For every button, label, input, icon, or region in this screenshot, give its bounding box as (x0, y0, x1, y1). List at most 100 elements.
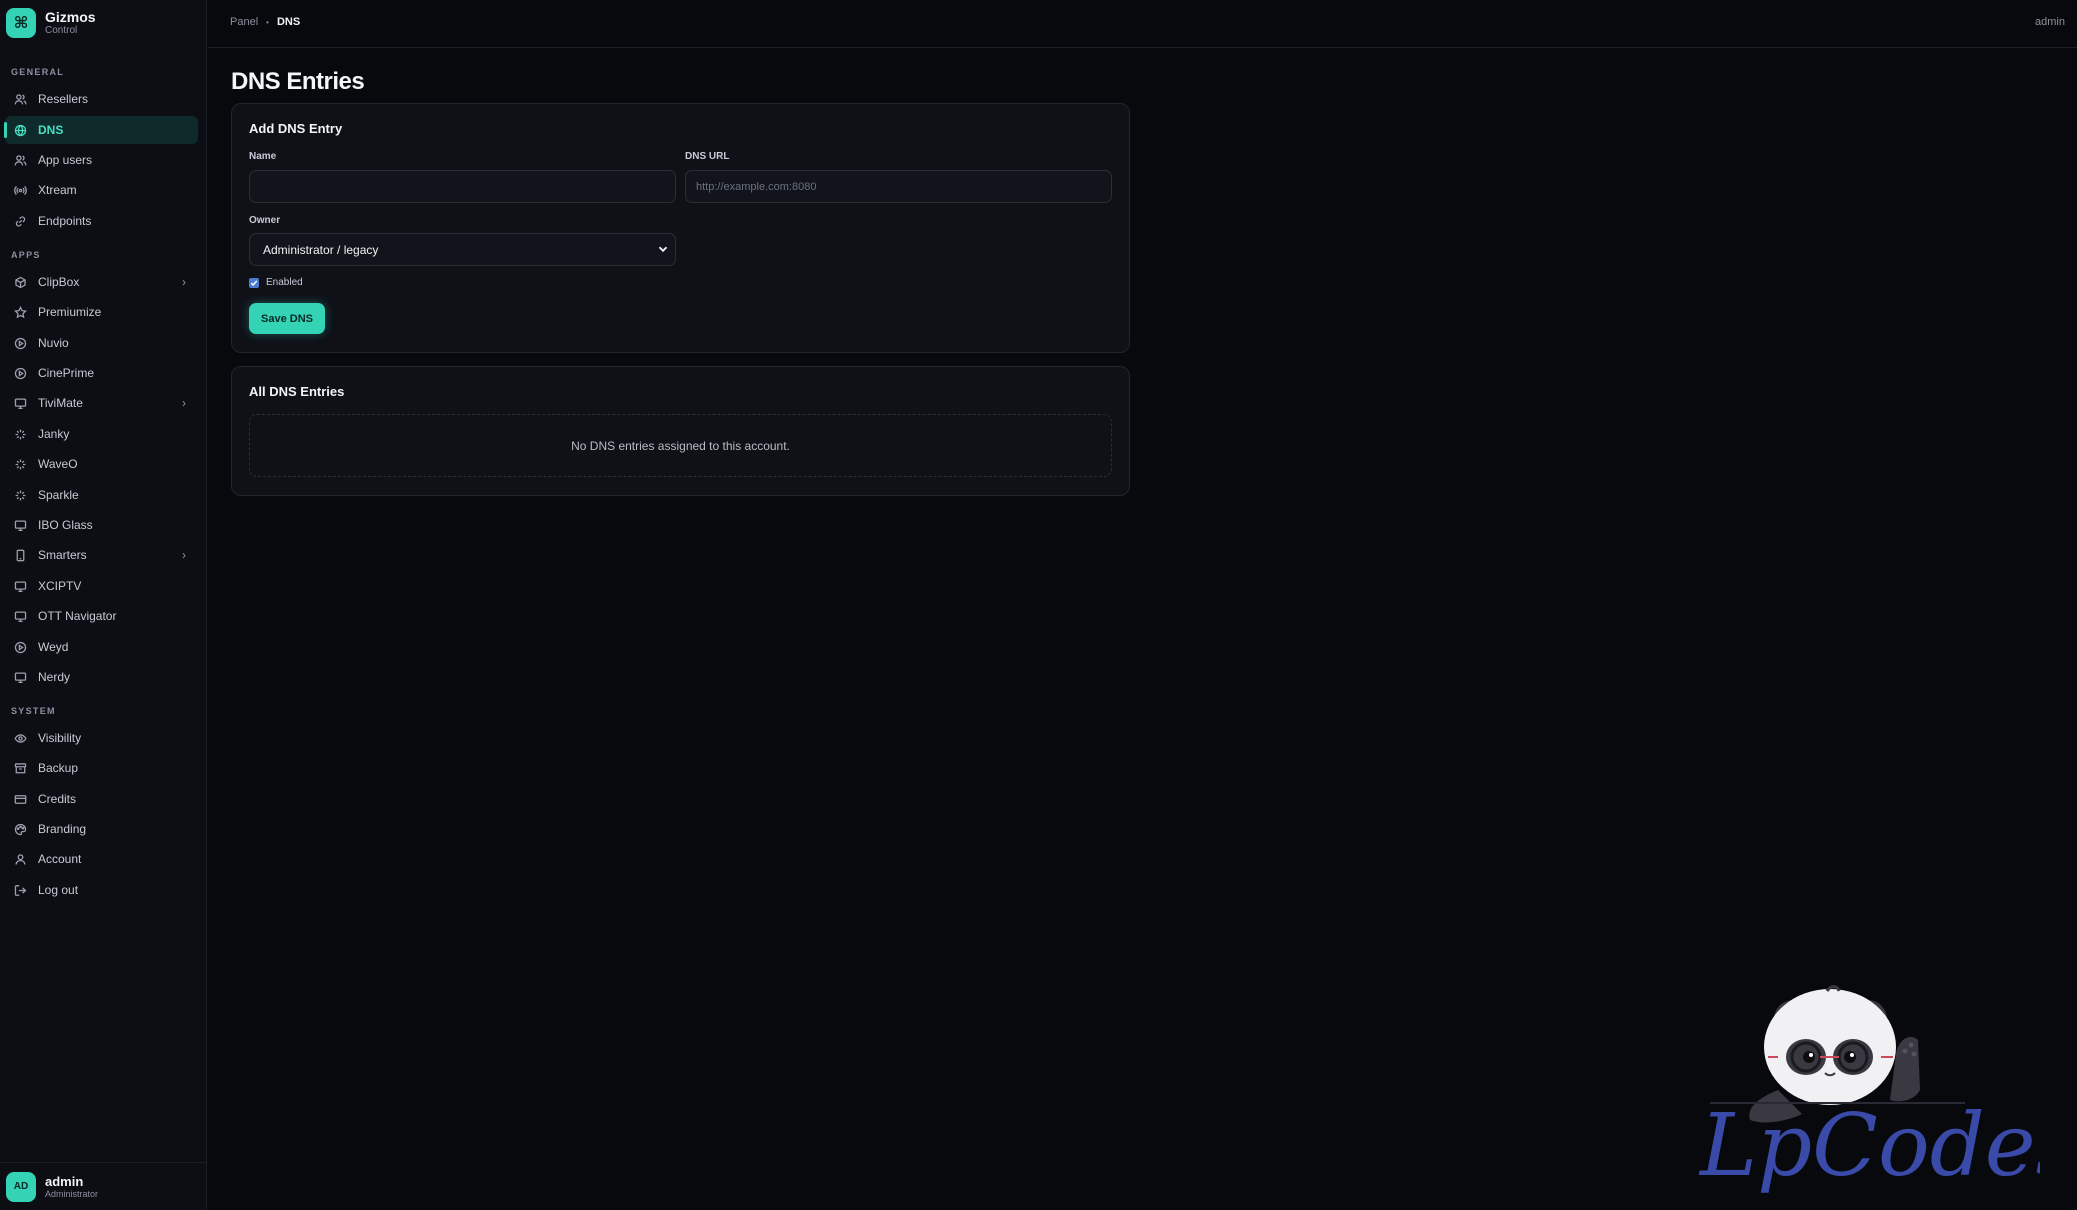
owner-select-value: Administrator / legacy (263, 242, 379, 257)
chevron-right-icon: › (182, 396, 186, 410)
play-circle-icon (13, 640, 27, 654)
link-icon (13, 214, 27, 228)
sidebar-item-label: Backup (38, 761, 79, 775)
dns-url-input[interactable] (685, 170, 1112, 203)
brand-subtitle: Control (45, 25, 78, 36)
monitor-icon (13, 396, 27, 410)
sidebar-item-nerdy[interactable]: Nerdy (5, 663, 198, 691)
box-icon (13, 275, 27, 289)
sidebar-user-card[interactable]: AD admin Administrator (0, 1162, 207, 1210)
sidebar-item-label: Resellers (38, 92, 89, 106)
sidebar-item-visibility[interactable]: Visibility (5, 724, 198, 752)
sidebar-item-label: App users (38, 153, 93, 167)
monitor-icon (13, 609, 27, 623)
sidebar-item-clipbox[interactable]: ClipBox › (5, 268, 198, 296)
all-dns-card: All DNS Entries No DNS entries assigned … (231, 366, 1130, 496)
sidebar-item-label: Weyd (38, 640, 69, 654)
sidebar-item-nuvio[interactable]: Nuvio (5, 329, 198, 357)
user-role: Administrator (45, 1188, 99, 1199)
sidebar-item-xciptv[interactable]: XCIPTV (5, 572, 198, 600)
phone-icon (13, 548, 27, 562)
sidebar-item-label: CinePrime (38, 366, 95, 380)
sidebar-item-weyd[interactable]: Weyd (5, 633, 198, 661)
globe-icon (13, 123, 27, 137)
name-input[interactable] (249, 170, 676, 203)
empty-state-text: No DNS entries assigned to this account. (571, 438, 790, 453)
sidebar-item-label: Credits (38, 792, 77, 806)
chevron-right-icon: › (182, 548, 186, 562)
eye-icon (13, 731, 27, 745)
save-dns-button[interactable]: Save DNS (249, 303, 325, 334)
sidebar-item-premiumize[interactable]: Premiumize (5, 298, 198, 326)
brand-logo-icon: ⌘ (6, 8, 36, 38)
sidebar-item-resellers[interactable]: Resellers (5, 85, 198, 113)
enabled-checkbox[interactable] (249, 278, 259, 288)
sparkle-icon (13, 457, 27, 471)
play-circle-icon (13, 336, 27, 350)
sidebar-item-credits[interactable]: Credits (5, 785, 198, 813)
sidebar-item-cineprime[interactable]: CinePrime (5, 359, 198, 387)
name-label: Name (249, 151, 277, 162)
sidebar-item-label: Nuvio (38, 336, 69, 350)
brand[interactable]: ⌘ Gizmos Control (6, 8, 96, 38)
sidebar-item-label: ClipBox (38, 275, 80, 289)
monitor-icon (13, 518, 27, 532)
card-icon (13, 792, 27, 806)
empty-state: No DNS entries assigned to this account. (249, 414, 1112, 477)
breadcrumb: Panel • DNS (230, 16, 300, 28)
broadcast-icon (13, 183, 27, 197)
sidebar-item-ott-navigator[interactable]: OTT Navigator (5, 602, 198, 630)
owner-label: Owner (249, 215, 281, 226)
section-label-apps: APPS (11, 250, 41, 260)
sidebar-item-tivimate[interactable]: TiviMate › (5, 389, 198, 417)
sidebar-item-label: Sparkle (38, 488, 79, 502)
card-title: Add DNS Entry (249, 121, 343, 136)
sidebar-item-app-users[interactable]: App users (5, 146, 198, 174)
topbar-user[interactable]: admin (2035, 16, 2065, 28)
sparkle-icon (13, 427, 27, 441)
users-icon (13, 153, 27, 167)
sidebar-item-label: Janky (38, 427, 70, 441)
sidebar-item-label: Visibility (38, 731, 82, 745)
sidebar-item-smarters[interactable]: Smarters › (5, 541, 198, 569)
sidebar-item-branding[interactable]: Branding (5, 815, 198, 843)
sidebar-item-label: Premiumize (38, 305, 102, 319)
sidebar-item-label: WaveO (38, 457, 78, 471)
sidebar-item-label: Xtream (38, 183, 77, 197)
sidebar-item-label: Log out (38, 883, 79, 897)
sidebar-item-account[interactable]: Account (5, 845, 198, 873)
users-icon (13, 92, 27, 106)
owner-select[interactable]: Administrator / legacy (249, 233, 676, 266)
sidebar-item-logout[interactable]: Log out (5, 876, 198, 904)
avatar: AD (6, 1171, 36, 1202)
sidebar-item-ibo-glass[interactable]: IBO Glass (5, 511, 198, 539)
sidebar-item-label: Account (38, 852, 82, 866)
sidebar-item-endpoints[interactable]: Endpoints (5, 207, 198, 235)
sidebar-item-dns[interactable]: DNS (4, 116, 198, 144)
topbar: Panel • DNS admin (208, 0, 2077, 48)
sidebar-item-label: Nerdy (38, 670, 71, 684)
sidebar-item-label: TiviMate (38, 396, 83, 410)
sidebar-item-janky[interactable]: Janky (5, 420, 198, 448)
sidebar-item-label: IBO Glass (38, 518, 93, 532)
sidebar-item-backup[interactable]: Backup (5, 754, 198, 782)
logout-icon (13, 883, 27, 897)
play-circle-icon (13, 366, 27, 380)
sparkle-icon (13, 488, 27, 502)
sidebar-item-label: DNS (38, 123, 64, 137)
sidebar-item-sparkle[interactable]: Sparkle (5, 481, 198, 509)
enabled-label: Enabled (266, 277, 303, 288)
monitor-icon (13, 670, 27, 684)
card-title: All DNS Entries (249, 384, 345, 399)
palette-icon (13, 822, 27, 836)
check-icon (250, 280, 258, 286)
breadcrumb-root[interactable]: Panel (230, 16, 258, 28)
monitor-icon (13, 579, 27, 593)
chevron-down-icon (658, 246, 668, 253)
sidebar-item-xtream[interactable]: Xtream (5, 176, 198, 204)
panda-mascot-icon: LpCodes (1698, 985, 2077, 1196)
breadcrumb-current: DNS (276, 16, 301, 28)
section-label-system: SYSTEM (11, 706, 56, 716)
sidebar-item-waveo[interactable]: WaveO (5, 450, 198, 478)
archive-icon (13, 761, 27, 775)
